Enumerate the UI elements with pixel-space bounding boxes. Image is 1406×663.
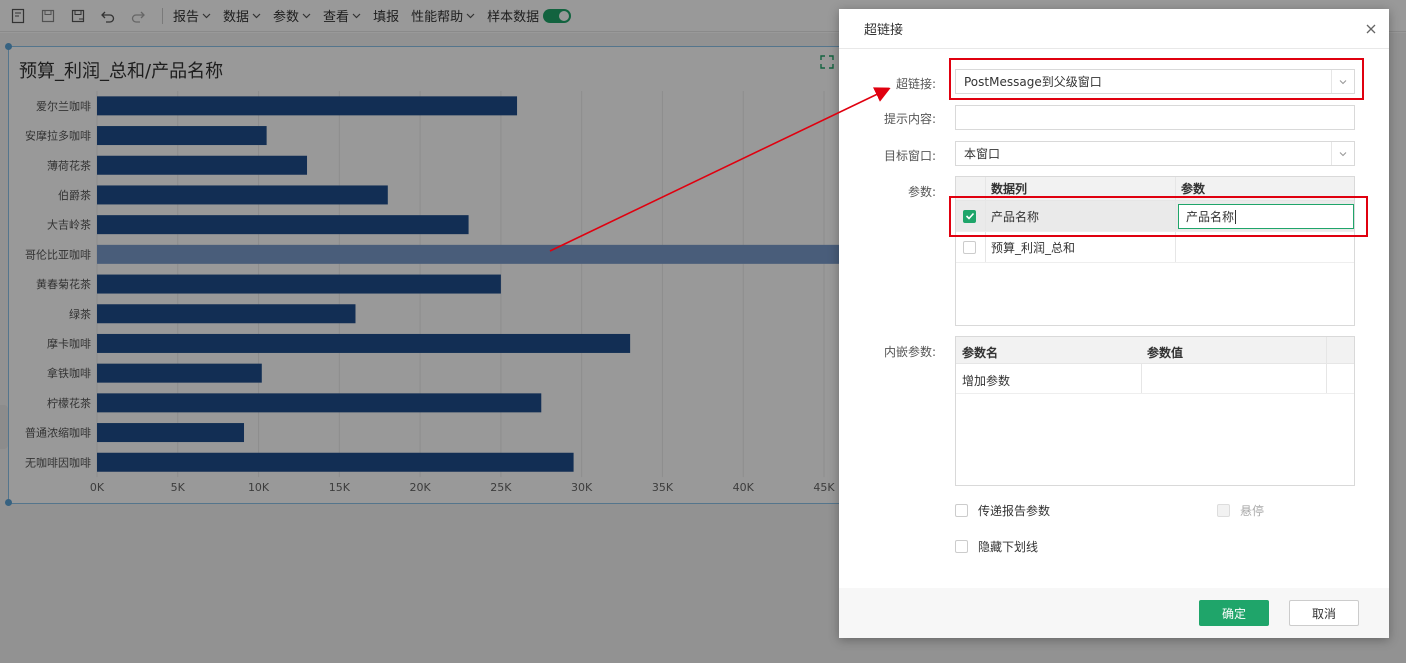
close-icon[interactable] [1363, 21, 1379, 37]
column-divider [1141, 364, 1142, 393]
dialog-header: 超链接 [839, 9, 1389, 49]
dialog-title: 超链接 [864, 23, 904, 38]
row-column-name: 预算_利润_总和 [991, 240, 1076, 255]
hide-underline-label: 隐藏下划线 [978, 540, 1039, 554]
embed-params-label: 内嵌参数: [883, 345, 936, 359]
hyperlink-dialog: 超链接 超链接: PostMessage到父级窗口 提示内容: 目标窗口: 本窗… [839, 9, 1389, 638]
target-window-value: 本窗口 [964, 147, 1001, 161]
tooltip-input[interactable] [955, 105, 1355, 130]
col-data-column: 数据列 [991, 182, 1028, 196]
embed-table-header: 参数名 参数值 [956, 337, 1354, 364]
hide-underline-checkbox[interactable]: 隐藏下划线 [955, 538, 1038, 555]
checkbox-box[interactable] [955, 504, 968, 517]
column-divider [1326, 364, 1327, 393]
embed-params-table: 参数名 参数值 增加参数 [955, 336, 1355, 486]
col-param-value: 参数值 [1147, 346, 1184, 360]
checkbox-box [1217, 504, 1230, 517]
params-label: 参数: [907, 185, 936, 199]
checkbox-box[interactable] [955, 540, 968, 553]
pass-report-params-checkbox[interactable]: 传递报告参数 [955, 502, 1050, 519]
row-checkbox[interactable] [963, 240, 976, 254]
target-window-select[interactable]: 本窗口 [955, 141, 1355, 166]
chevron-down-icon[interactable] [1331, 142, 1354, 165]
pass-report-params-label: 传递报告参数 [978, 504, 1051, 518]
column-divider [1326, 337, 1327, 363]
add-param-link[interactable]: 增加参数 [962, 372, 1010, 389]
dialog-footer: 确定 取消 [839, 588, 1389, 638]
cancel-button[interactable]: 取消 [1289, 600, 1359, 626]
hover-label: 悬停 [1240, 504, 1265, 518]
annotation-box-params [949, 196, 1368, 237]
add-param-row[interactable]: 增加参数 [956, 364, 1354, 394]
target-window-label: 目标窗口: [883, 149, 936, 163]
tooltip-label: 提示内容: [883, 112, 936, 126]
hyperlink-label: 超链接: [895, 77, 936, 91]
col-param: 参数 [1181, 182, 1206, 196]
hover-checkbox: 悬停 [1217, 502, 1264, 519]
ok-button[interactable]: 确定 [1199, 600, 1269, 626]
col-param-name: 参数名 [962, 346, 999, 360]
annotation-box-hyperlink [949, 58, 1364, 100]
